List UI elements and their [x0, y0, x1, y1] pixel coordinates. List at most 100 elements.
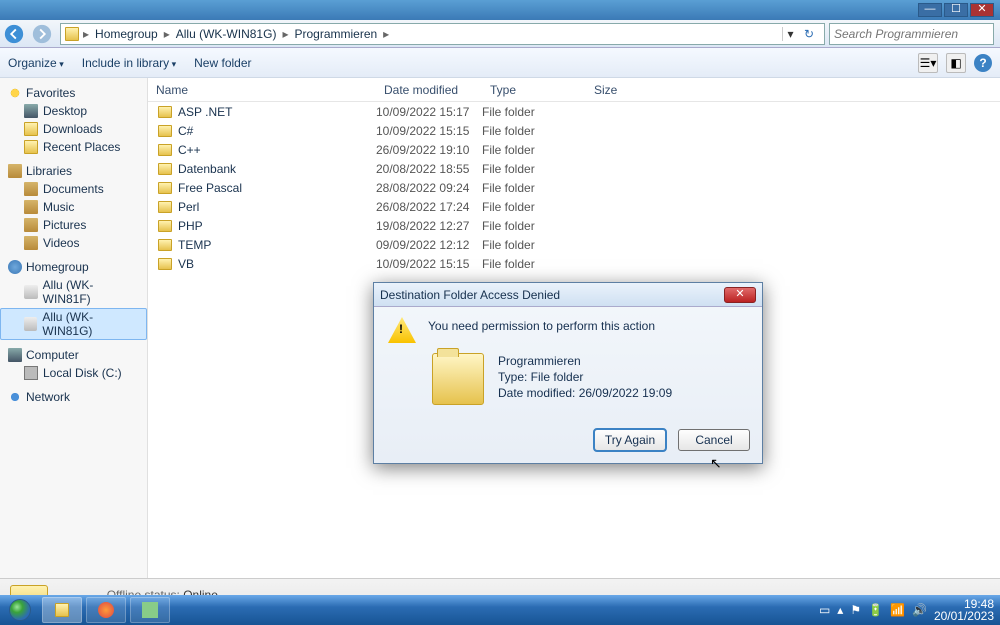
address-dropdown[interactable]: ▾	[782, 27, 798, 41]
preview-pane-toggle[interactable]: ◧	[946, 53, 966, 73]
breadcrumb-item[interactable]: Homegroup	[93, 27, 160, 41]
clock[interactable]: 19:4820/01/2023	[934, 598, 994, 622]
table-row[interactable]: ASP .NET10/09/2022 15:17File folder	[148, 102, 1000, 121]
person-icon	[24, 285, 38, 299]
breadcrumb-item[interactable]: Programmieren	[292, 27, 379, 41]
sidebar-item-local-disk[interactable]: Local Disk (C:)	[0, 364, 147, 382]
folder-icon	[158, 220, 172, 232]
maximize-button[interactable]: ☐	[944, 3, 968, 17]
help-button[interactable]: ?	[974, 54, 992, 72]
taskbar-firefox[interactable]	[86, 597, 126, 623]
sidebar-computer-header[interactable]: Computer	[0, 346, 147, 364]
start-button[interactable]	[0, 595, 40, 625]
col-size[interactable]: Size	[586, 83, 666, 97]
col-date[interactable]: Date modified	[376, 83, 482, 97]
pictures-icon	[24, 218, 38, 232]
file-type: File folder	[482, 257, 586, 271]
view-options[interactable]: ☰▾	[918, 53, 938, 73]
folder-icon	[158, 201, 172, 213]
file-date: 20/08/2022 18:55	[376, 162, 482, 176]
sidebar-item-downloads[interactable]: Downloads	[0, 120, 147, 138]
warning-icon	[388, 317, 416, 343]
access-denied-dialog: Destination Folder Access Denied ✕ You n…	[373, 282, 763, 464]
new-folder-button[interactable]: New folder	[194, 56, 251, 70]
sidebar-item-desktop[interactable]: Desktop	[0, 102, 147, 120]
sidebar-network-header[interactable]: Network	[0, 388, 147, 406]
file-name: ASP .NET	[178, 105, 232, 119]
dialog-close-button[interactable]: ✕	[724, 287, 756, 303]
taskbar-explorer[interactable]	[42, 597, 82, 623]
table-row[interactable]: Free Pascal28/08/2022 09:24File folder	[148, 178, 1000, 197]
folder-icon	[158, 258, 172, 270]
table-row[interactable]: Datenbank20/08/2022 18:55File folder	[148, 159, 1000, 178]
table-row[interactable]: PHP19/08/2022 12:27File folder	[148, 216, 1000, 235]
sidebar-homegroup-header[interactable]: Homegroup	[0, 258, 147, 276]
close-button[interactable]: ✕	[970, 3, 994, 17]
dialog-titlebar[interactable]: Destination Folder Access Denied ✕	[374, 283, 762, 307]
tray-flag-icon[interactable]: ⚑	[850, 603, 861, 617]
tray-network-icon[interactable]: 📶	[890, 603, 905, 617]
cancel-button[interactable]: Cancel	[678, 429, 750, 451]
file-date: 10/09/2022 15:15	[376, 124, 482, 138]
sidebar-favorites-header[interactable]: Favorites	[0, 84, 147, 102]
sidebar-item-homegroup-2[interactable]: Allu (WK-WIN81G)	[0, 308, 147, 340]
dialog-message: You need permission to perform this acti…	[428, 319, 748, 343]
col-type[interactable]: Type	[482, 83, 586, 97]
videos-icon	[24, 236, 38, 250]
folder-icon	[158, 106, 172, 118]
sidebar-item-videos[interactable]: Videos	[0, 234, 147, 252]
tray-volume-icon[interactable]: 🔊	[912, 603, 927, 617]
folder-icon	[65, 27, 79, 41]
tray-power-icon[interactable]: 🔋	[868, 603, 883, 617]
file-name: C#	[178, 124, 193, 138]
table-row[interactable]: Perl26/08/2022 17:24File folder	[148, 197, 1000, 216]
library-icon	[8, 164, 22, 178]
folder-icon	[24, 122, 38, 136]
dialog-folder-date: Date modified: 26/09/2022 19:09	[498, 385, 672, 401]
dialog-title: Destination Folder Access Denied	[380, 288, 724, 302]
forward-button[interactable]	[28, 20, 56, 48]
back-button[interactable]	[0, 20, 28, 48]
sidebar: Favorites Desktop Downloads Recent Place…	[0, 78, 148, 578]
minimize-button[interactable]: —	[918, 3, 942, 17]
address-bar[interactable]: ▸ Homegroup▸ Allu (WK-WIN81G)▸ Programmi…	[60, 23, 825, 45]
file-type: File folder	[482, 238, 586, 252]
file-name: PHP	[178, 219, 203, 233]
sidebar-item-pictures[interactable]: Pictures	[0, 216, 147, 234]
dialog-folder-type: Type: File folder	[498, 369, 672, 385]
taskbar: ▭ ▴ ⚑ 🔋 📶 🔊 19:4820/01/2023	[0, 595, 1000, 625]
search-box[interactable]	[829, 23, 994, 45]
table-row[interactable]: C++26/09/2022 19:10File folder	[148, 140, 1000, 159]
include-library-menu[interactable]: Include in library	[82, 56, 176, 70]
person-icon	[24, 317, 37, 331]
folder-icon	[158, 163, 172, 175]
sidebar-item-recent[interactable]: Recent Places	[0, 138, 147, 156]
tray-battery-icon[interactable]: ▭	[819, 603, 830, 617]
table-row[interactable]: C#10/09/2022 15:15File folder	[148, 121, 1000, 140]
sidebar-item-documents[interactable]: Documents	[0, 180, 147, 198]
sidebar-libraries-header[interactable]: Libraries	[0, 162, 147, 180]
taskbar-app[interactable]	[130, 597, 170, 623]
tray-chevron-icon[interactable]: ▴	[837, 603, 843, 617]
folder-icon	[24, 140, 38, 154]
folder-icon	[158, 125, 172, 137]
table-row[interactable]: TEMP 09/09/2022 12:12File folder	[148, 235, 1000, 254]
file-date: 09/09/2022 12:12	[376, 238, 482, 252]
file-type: File folder	[482, 105, 586, 119]
homegroup-icon	[8, 260, 22, 274]
windows-orb-icon	[9, 599, 31, 621]
refresh-button[interactable]: ↻	[798, 27, 820, 41]
sidebar-item-music[interactable]: Music	[0, 198, 147, 216]
table-row[interactable]: VB10/09/2022 15:15File folder	[148, 254, 1000, 273]
folder-icon	[158, 182, 172, 194]
search-input[interactable]	[834, 27, 989, 41]
col-name[interactable]: Name	[148, 83, 376, 97]
file-name: TEMP	[178, 238, 211, 252]
breadcrumb-item[interactable]: Allu (WK-WIN81G)	[174, 27, 279, 41]
file-type: File folder	[482, 219, 586, 233]
file-name: Perl	[178, 200, 199, 214]
sidebar-item-homegroup-1[interactable]: Allu (WK-WIN81F)	[0, 276, 147, 308]
try-again-button[interactable]: Try Again	[594, 429, 666, 451]
organize-menu[interactable]: Organize	[8, 56, 64, 70]
file-date: 26/09/2022 19:10	[376, 143, 482, 157]
